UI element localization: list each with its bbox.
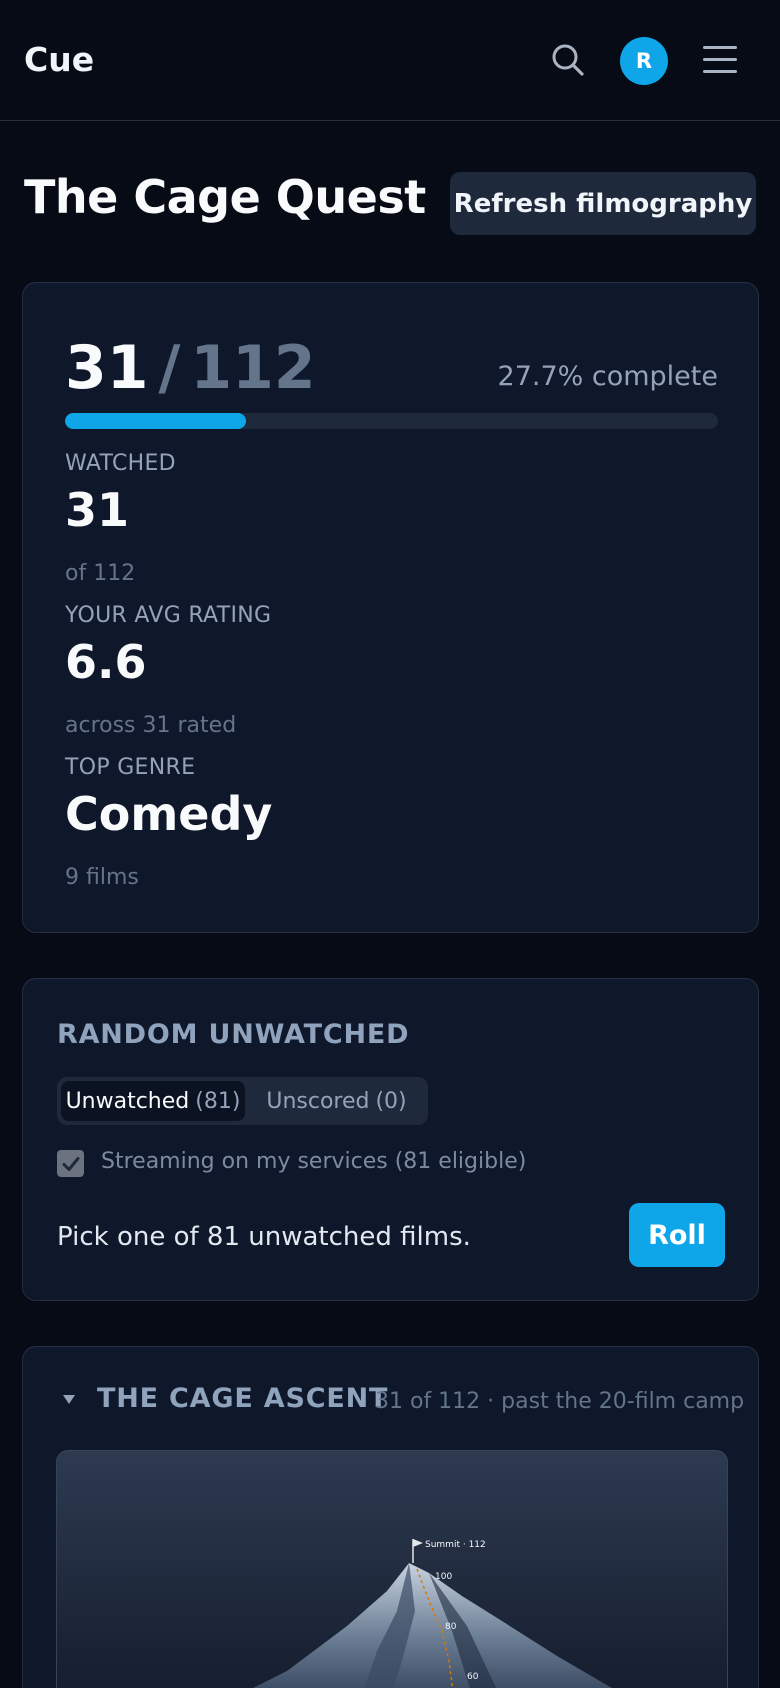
cage-ascent-card: THE CAGE ASCENT 31 of 112 · past the 20-… [22, 1346, 759, 1688]
hamburger-menu-icon [703, 46, 737, 49]
avg-rating-value: 6.6 [65, 635, 147, 689]
progress-bar-fill [65, 413, 246, 429]
top-app-bar: Cue R [0, 0, 780, 121]
streaming-checkbox[interactable] [57, 1150, 84, 1177]
collapse-caret-icon[interactable] [63, 1395, 75, 1404]
user-avatar[interactable]: R [620, 37, 668, 85]
checkmark-icon [62, 1156, 79, 1171]
top-genre-value: Comedy [65, 787, 273, 841]
ascent-title[interactable]: THE CAGE ASCENT [97, 1383, 388, 1414]
total-count: 112 [190, 333, 316, 403]
random-unwatched-card: RANDOM UNWATCHED Unwatched (81) Unscored(… [22, 978, 759, 1301]
mountain-illustration: Summit · 112 100 80 60 [56, 1450, 728, 1688]
marker-100: 100 [435, 1572, 452, 1582]
menu-button[interactable] [703, 46, 737, 74]
tab-unscored-label: Unscored [266, 1088, 370, 1114]
progress-card: 31/112 27.7% complete WATCHED 31 of 112 … [22, 282, 759, 933]
count-separator: / [158, 333, 181, 403]
refresh-filmography-button[interactable]: Refresh filmography [450, 172, 756, 235]
roll-button[interactable]: Roll [629, 1203, 725, 1267]
mountain-image: Summit · 112 100 80 60 [253, 1539, 612, 1688]
tab-unwatched-count: (81) [195, 1088, 241, 1114]
watched-label: WATCHED [65, 451, 176, 476]
marker-60: 60 [467, 1672, 479, 1682]
streaming-label[interactable]: Streaming on my services (81 eligible) [101, 1149, 526, 1174]
avg-rating-sub: across 31 rated [65, 713, 237, 738]
page-title: The Cage Quest [24, 170, 426, 224]
percent-complete: 27.7% complete [497, 361, 718, 392]
tab-unwatched[interactable]: Unwatched (81) [61, 1081, 245, 1121]
summit-label: Summit · 112 [425, 1540, 486, 1550]
progress-bar [65, 413, 718, 429]
app-brand[interactable]: Cue [24, 40, 94, 79]
tab-unscored-count: (0) [375, 1088, 407, 1114]
pick-description: Pick one of 81 unwatched films. [57, 1222, 471, 1252]
search-button[interactable] [550, 42, 586, 78]
top-genre-sub: 9 films [65, 865, 139, 890]
avg-rating-label: YOUR AVG RATING [65, 603, 272, 628]
watched-count: 31 [65, 333, 149, 403]
search-icon [552, 44, 584, 76]
top-genre-label: TOP GENRE [65, 755, 196, 780]
tab-unwatched-label: Unwatched [65, 1088, 190, 1114]
ascent-subtitle: 31 of 112 · past the 20-film camp [375, 1389, 745, 1414]
marker-80: 80 [445, 1622, 457, 1632]
watched-value: 31 [65, 483, 130, 537]
watched-sub: of 112 [65, 561, 136, 586]
filter-segmented-control: Unwatched (81) Unscored (0) [57, 1077, 428, 1125]
random-section-title: RANDOM UNWATCHED [57, 1019, 410, 1050]
progress-count: 31/112 [65, 333, 316, 403]
tab-unscored[interactable]: Unscored (0) [249, 1081, 424, 1121]
